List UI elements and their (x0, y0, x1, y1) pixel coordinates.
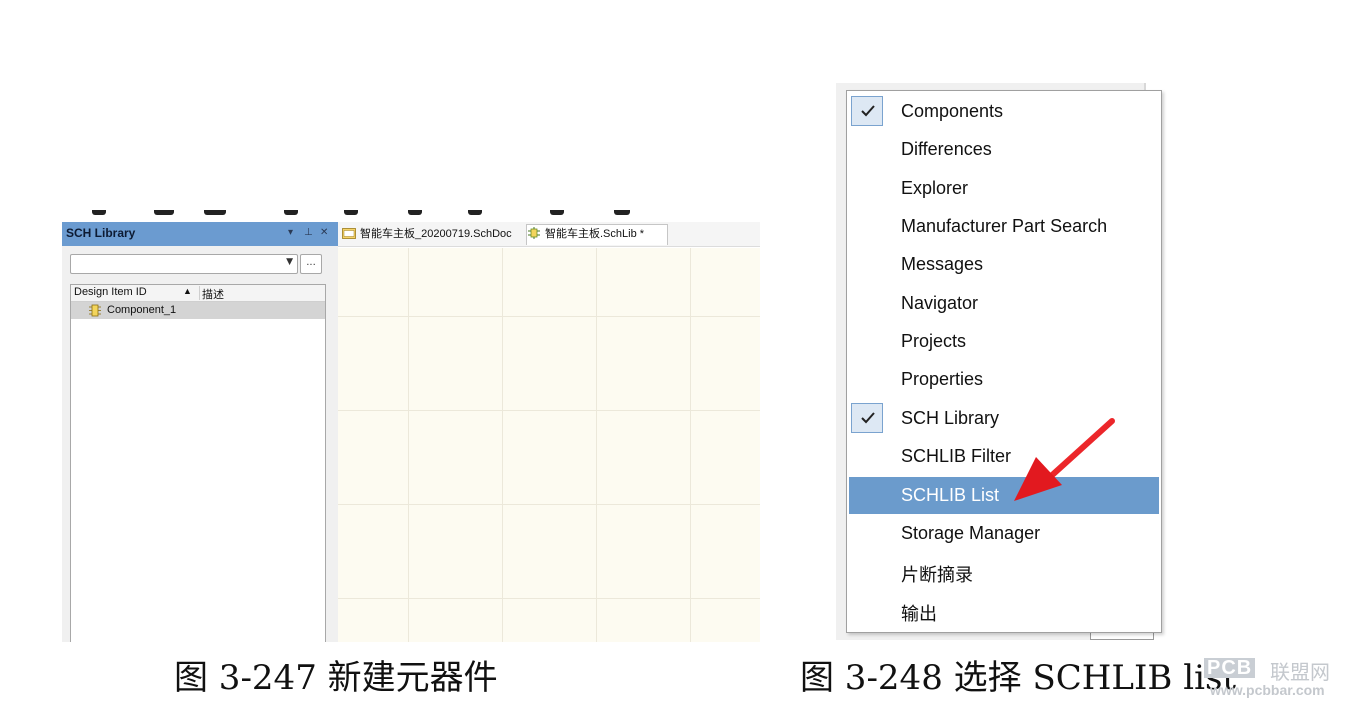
sort-ascending-icon[interactable]: ▲ (183, 286, 192, 296)
filter-combo[interactable]: ▼ (70, 254, 298, 274)
component-list: Design Item ID ▲ 描述 Component_1 (70, 284, 326, 642)
component-icon (89, 304, 101, 317)
sch-library-screenshot: SCH Library ▾ ⊥ ✕ ▼ ... Design Item ID ▲… (62, 210, 760, 642)
pin-icon[interactable]: ⊥ (304, 227, 313, 238)
watermark-text: 联盟网 (1270, 660, 1330, 684)
sch-library-panel: SCH Library ▾ ⊥ ✕ ▼ ... Design Item ID ▲… (62, 222, 338, 642)
red-arrow-icon (1014, 418, 1115, 501)
panel-title: SCH Library (66, 226, 136, 240)
panel-header: SCH Library ▾ ⊥ ✕ (62, 222, 338, 246)
schdoc-icon (342, 228, 356, 239)
tab-label: 智能车主板.SchLib * (545, 228, 645, 240)
figure-caption-left: 图 3-247 新建元器件 (174, 658, 498, 698)
browse-button[interactable]: ... (300, 254, 322, 274)
cropped-toolbar-strip (62, 210, 760, 222)
tab-label: 智能车主板_20200719.SchDoc (360, 228, 512, 240)
panels-menu-screenshot: Panels ComponentsDifferencesExplorerManu… (836, 83, 1166, 643)
watermark-url: www.pcbbar.com (1210, 682, 1325, 698)
schlib-icon (528, 227, 540, 239)
figure-caption-right: 图 3-248 选择 SCHLIB list (800, 658, 1237, 698)
document-tabbar: 智能车主板_20200719.SchDoc 智能车主板.SchLib * (338, 222, 760, 247)
component-name: Component_1 (107, 304, 177, 316)
close-icon[interactable]: ✕ (320, 227, 328, 238)
tab-schdoc[interactable]: 智能车主板_20200719.SchDoc (342, 225, 522, 243)
list-header: Design Item ID ▲ 描述 (71, 285, 325, 302)
table-row[interactable]: Component_1 (71, 302, 325, 319)
document-area: 智能车主板_20200719.SchDoc 智能车主板.SchLib * (338, 222, 760, 642)
tab-schlib[interactable]: 智能车主板.SchLib * (526, 224, 668, 245)
chevron-down-icon[interactable]: ▼ (286, 257, 293, 267)
watermark: PCB 联盟网 www.pcbbar.com (1204, 652, 1354, 702)
watermark-logo: PCB (1204, 658, 1256, 678)
panel-menu-icon[interactable]: ▾ (288, 227, 293, 238)
schematic-canvas[interactable] (338, 248, 760, 642)
column-divider[interactable] (199, 286, 200, 300)
column-design-item-id[interactable]: Design Item ID (74, 286, 147, 298)
column-description[interactable]: 描述 (202, 286, 224, 302)
